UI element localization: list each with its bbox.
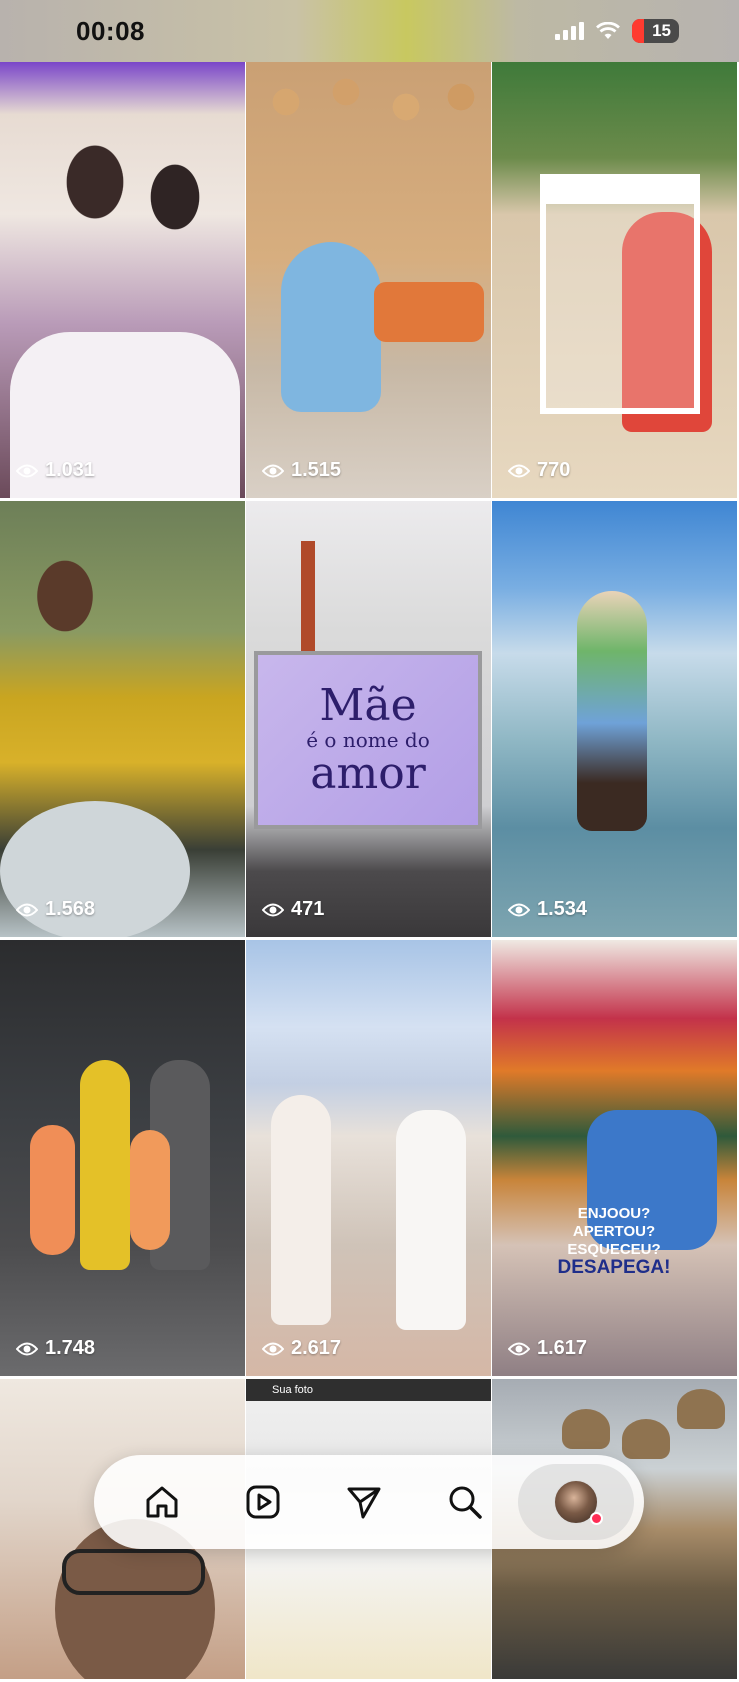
view-count: 1.748 <box>16 1337 95 1360</box>
eye-icon <box>16 1342 38 1355</box>
signal-icon <box>555 22 585 40</box>
eye-icon <box>16 903 38 916</box>
view-count-label: 770 <box>537 459 571 481</box>
view-count: 471 <box>262 898 324 921</box>
battery-level <box>632 19 645 43</box>
grid-tile[interactable]: 1.515 <box>246 62 492 498</box>
send-icon <box>347 1487 381 1519</box>
view-count-label: 1.617 <box>537 1337 588 1359</box>
view-count: 1.031 <box>16 459 95 482</box>
wifi-icon <box>596 22 621 39</box>
event-screen: Mãe é o nome do amor <box>254 651 482 829</box>
send-button[interactable] <box>340 1478 388 1526</box>
view-count: 1.515 <box>262 459 341 482</box>
battery-percent: 15 <box>652 21 671 40</box>
grid-tile[interactable]: Mãe é o nome do amor 471 <box>246 501 492 937</box>
eye-icon <box>508 1342 530 1355</box>
view-count: 2.617 <box>262 1337 341 1360</box>
battery-indicator: 15 <box>632 19 679 43</box>
profile-tab[interactable] <box>518 1464 634 1540</box>
grid-tile[interactable]: 1.568 <box>0 501 246 937</box>
posts-grid: 1.031 1.515 770 1.568 Mãe é o nome do am… <box>0 62 739 1682</box>
reels-icon <box>246 1485 280 1519</box>
view-count: 770 <box>508 459 570 482</box>
grid-tile[interactable]: 1.534 <box>492 501 738 937</box>
view-count-label: 1.568 <box>45 898 96 920</box>
view-count-label: 2.617 <box>291 1337 342 1359</box>
home-button[interactable] <box>138 1478 186 1526</box>
bottom-nav <box>94 1455 644 1549</box>
promo-line: DESAPEGA! <box>557 1257 671 1278</box>
view-count-label: 1.534 <box>537 898 588 920</box>
home-icon <box>146 1486 178 1518</box>
grid-tile[interactable]: 1.748 <box>0 940 246 1376</box>
grid-tile[interactable]: 2.617 <box>246 940 492 1376</box>
notification-dot <box>590 1512 603 1525</box>
view-count: 1.568 <box>16 898 95 921</box>
grid-tile[interactable]: 770 <box>492 62 738 498</box>
clock: 00:08 <box>76 15 145 46</box>
search-icon <box>449 1486 482 1519</box>
screen-title-2: amor <box>310 748 426 799</box>
screen-title: Mãe <box>319 680 417 731</box>
eye-icon <box>508 464 530 477</box>
photo-bar: Sua foto <box>246 1379 491 1401</box>
promo-line: APERTOU? <box>572 1223 656 1240</box>
view-count-label: 1.748 <box>45 1337 96 1359</box>
promo-text: ENJOOU? APERTOU? ESQUECEU? DESAPEGA! <box>554 1205 674 1277</box>
search-button[interactable] <box>441 1478 489 1526</box>
status-indicators: 15 <box>555 19 679 43</box>
view-count: 1.617 <box>508 1337 587 1360</box>
grid-tile[interactable]: 1.031 <box>0 62 246 498</box>
status-bar: 00:08 15 <box>0 0 739 62</box>
view-count-label: 1.515 <box>291 459 342 481</box>
eye-icon <box>262 903 284 916</box>
view-count: 1.534 <box>508 898 587 921</box>
view-count-label: 471 <box>291 898 325 920</box>
eye-icon <box>508 903 530 916</box>
promo-line: ENJOOU? <box>577 1205 651 1222</box>
avatar <box>554 1480 603 1525</box>
grid-tile[interactable]: ENJOOU? APERTOU? ESQUECEU? DESAPEGA! 1.6… <box>492 940 738 1376</box>
eye-icon <box>262 1342 284 1355</box>
view-count-label: 1.031 <box>45 459 96 481</box>
reels-button[interactable] <box>239 1478 287 1526</box>
eye-icon <box>16 464 38 477</box>
eye-icon <box>262 464 284 477</box>
